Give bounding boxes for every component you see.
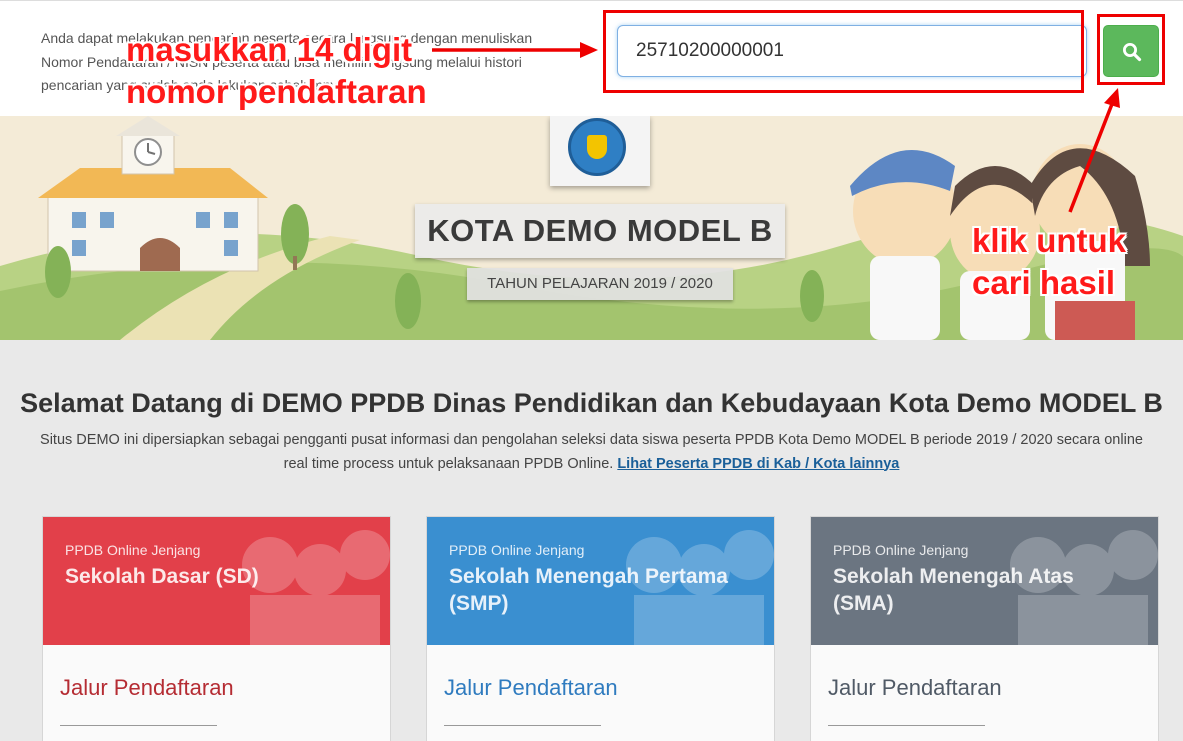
card-sd[interactable]: PPDB Online Jenjang Sekolah Dasar (SD) J… [42, 516, 391, 741]
registration-path-title: Jalur Pendaftaran [828, 675, 1002, 700]
tut-wuri-handayani-emblem-icon [568, 118, 626, 176]
input-hint-line2: nomor pendaftaran [126, 73, 427, 110]
divider [444, 725, 601, 726]
input-hint-line1: masukkan 14 digit [126, 31, 413, 68]
button-hint-line2: cari hasil [972, 264, 1116, 301]
registration-path-title: Jalur Pendaftaran [60, 675, 234, 700]
card-title: Sekolah Menengah Pertama (SMP) [449, 565, 728, 615]
card-kicker: PPDB Online Jenjang [65, 542, 201, 558]
card-smp-header: PPDB Online Jenjang Sekolah Menengah Per… [427, 517, 774, 645]
input-highlight-box [603, 10, 1084, 93]
welcome-heading: Selamat Datang di DEMO PPDB Dinas Pendid… [20, 388, 1163, 418]
government-logo [550, 116, 650, 186]
button-hint-line1: klik untuk [972, 222, 1127, 259]
card-title: Sekolah Menengah Atas (SMA) [833, 565, 1074, 615]
welcome-description-text: Situs DEMO ini dipersiapkan sebagai peng… [40, 432, 1143, 472]
card-sma[interactable]: PPDB Online Jenjang Sekolah Menengah Ata… [810, 516, 1159, 741]
card-title: Sekolah Dasar (SD) [65, 565, 259, 588]
card-kicker: PPDB Online Jenjang [833, 542, 969, 558]
registration-path-title: Jalur Pendaftaran [444, 675, 618, 700]
hero-title: KOTA DEMO MODEL B [415, 204, 785, 258]
divider [828, 725, 985, 726]
card-smp[interactable]: PPDB Online Jenjang Sekolah Menengah Per… [426, 516, 775, 741]
button-highlight-box [1097, 14, 1165, 85]
hero-subtitle: TAHUN PELAJARAN 2019 / 2020 [467, 268, 733, 300]
other-regions-link[interactable]: Lihat Peserta PPDB di Kab / Kota lainnya [617, 456, 899, 472]
card-kicker: PPDB Online Jenjang [449, 542, 585, 558]
page: Anda dapat melakukan pencarian peserta s… [0, 0, 1183, 741]
welcome-description: Situs DEMO ini dipersiapkan sebagai peng… [40, 429, 1143, 476]
card-sd-header: PPDB Online Jenjang Sekolah Dasar (SD) [43, 517, 390, 645]
card-sma-header: PPDB Online Jenjang Sekolah Menengah Ata… [811, 517, 1158, 645]
divider [60, 725, 217, 726]
